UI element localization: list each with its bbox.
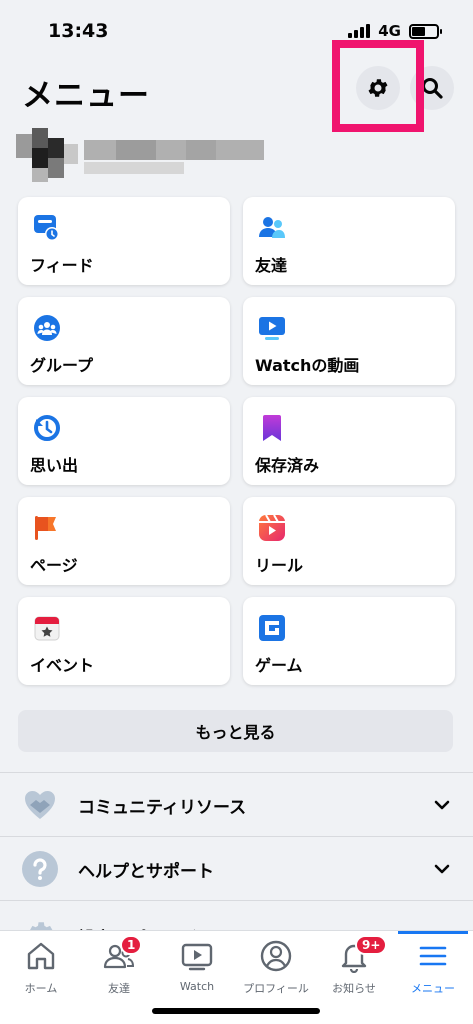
pages-flag-icon (35, 516, 56, 540)
profile-row-pixelated[interactable] (16, 128, 276, 184)
shortcut-label: 保存済み (255, 456, 320, 475)
see-more-button[interactable]: もっと見る (18, 710, 453, 752)
shortcut-label: イベント (30, 656, 95, 675)
menu-icon (419, 946, 447, 966)
shortcut-label: ページ (30, 556, 78, 575)
shortcut-label: 友達 (255, 256, 288, 275)
memories-icon (34, 415, 60, 441)
feed-icon (34, 215, 59, 241)
chevron-down-icon (434, 800, 450, 810)
shortcut-pages[interactable]: ページ (18, 497, 230, 585)
shortcut-memories[interactable]: 思い出 (18, 397, 230, 485)
tab-notifications[interactable]: 9+ お知らせ (315, 931, 393, 1001)
home-indicator (152, 1008, 320, 1014)
shortcut-gaming[interactable]: ゲーム (243, 597, 455, 685)
section-label: ヘルプとサポート (78, 861, 214, 882)
status-indicators: 4G (348, 22, 442, 40)
divider (0, 836, 473, 837)
shortcut-saved[interactable]: 保存済み (243, 397, 455, 485)
shortcut-events[interactable]: イベント (18, 597, 230, 685)
shortcut-grid: フィード 友達 グループ Watchの動画 思い出 保存済み ページ リール イ… (18, 197, 455, 685)
shortcut-label: ゲーム (255, 656, 303, 675)
shortcut-label: フィード (30, 256, 94, 275)
divider (0, 772, 473, 773)
shortcut-watch-videos[interactable]: Watchの動画 (243, 297, 455, 385)
shortcut-label: リール (255, 556, 304, 575)
profile-tab-icon (260, 940, 292, 972)
handshake-icon (22, 787, 58, 823)
highlight-annotation (332, 40, 424, 132)
shortcut-label: 思い出 (30, 456, 79, 475)
shortcut-feed[interactable]: フィード (18, 197, 230, 285)
divider (0, 900, 473, 901)
tab-menu[interactable]: メニュー (394, 931, 472, 1001)
section-label: コミュニティリソース (78, 797, 247, 818)
friends-badge: 1 (120, 935, 143, 955)
tab-label: お知らせ (332, 982, 376, 995)
tab-label: 友達 (108, 982, 130, 995)
tab-friends[interactable]: 1 友達 (80, 931, 158, 1001)
tab-label: メニュー (411, 982, 455, 995)
section-help-support[interactable]: ヘルプとサポート (0, 838, 473, 900)
home-icon (27, 942, 55, 970)
notifications-badge: 9+ (355, 935, 388, 955)
shortcut-groups[interactable]: グループ (18, 297, 230, 385)
tab-profile[interactable]: プロフィール (237, 931, 315, 1001)
tab-label: Watch (179, 980, 215, 993)
page-title: メニュー (22, 78, 150, 114)
shortcut-label: Watchの動画 (255, 356, 360, 375)
friends-icon (259, 217, 285, 238)
gaming-icon (259, 615, 285, 641)
tab-label: ホーム (24, 982, 58, 995)
shortcut-reels[interactable]: リール (243, 497, 455, 585)
tab-watch[interactable]: Watch (158, 931, 236, 1001)
status-time: 13:43 (48, 20, 109, 42)
events-icon (34, 616, 60, 641)
network-type: 4G (378, 22, 401, 40)
watch-tab-icon (181, 943, 213, 971)
chevron-down-icon (434, 864, 450, 874)
watch-video-icon (259, 317, 285, 340)
section-community-resources[interactable]: コミュニティリソース (0, 774, 473, 836)
shortcut-label: グループ (30, 356, 94, 375)
reels-icon (259, 514, 285, 541)
groups-icon (34, 315, 60, 341)
tab-home[interactable]: ホーム (2, 931, 80, 1001)
signal-icon (348, 24, 371, 38)
battery-icon (409, 23, 442, 39)
saved-icon (263, 415, 281, 441)
help-icon (22, 851, 58, 887)
tab-label: プロフィール (243, 982, 309, 995)
shortcut-friends[interactable]: 友達 (243, 197, 455, 285)
